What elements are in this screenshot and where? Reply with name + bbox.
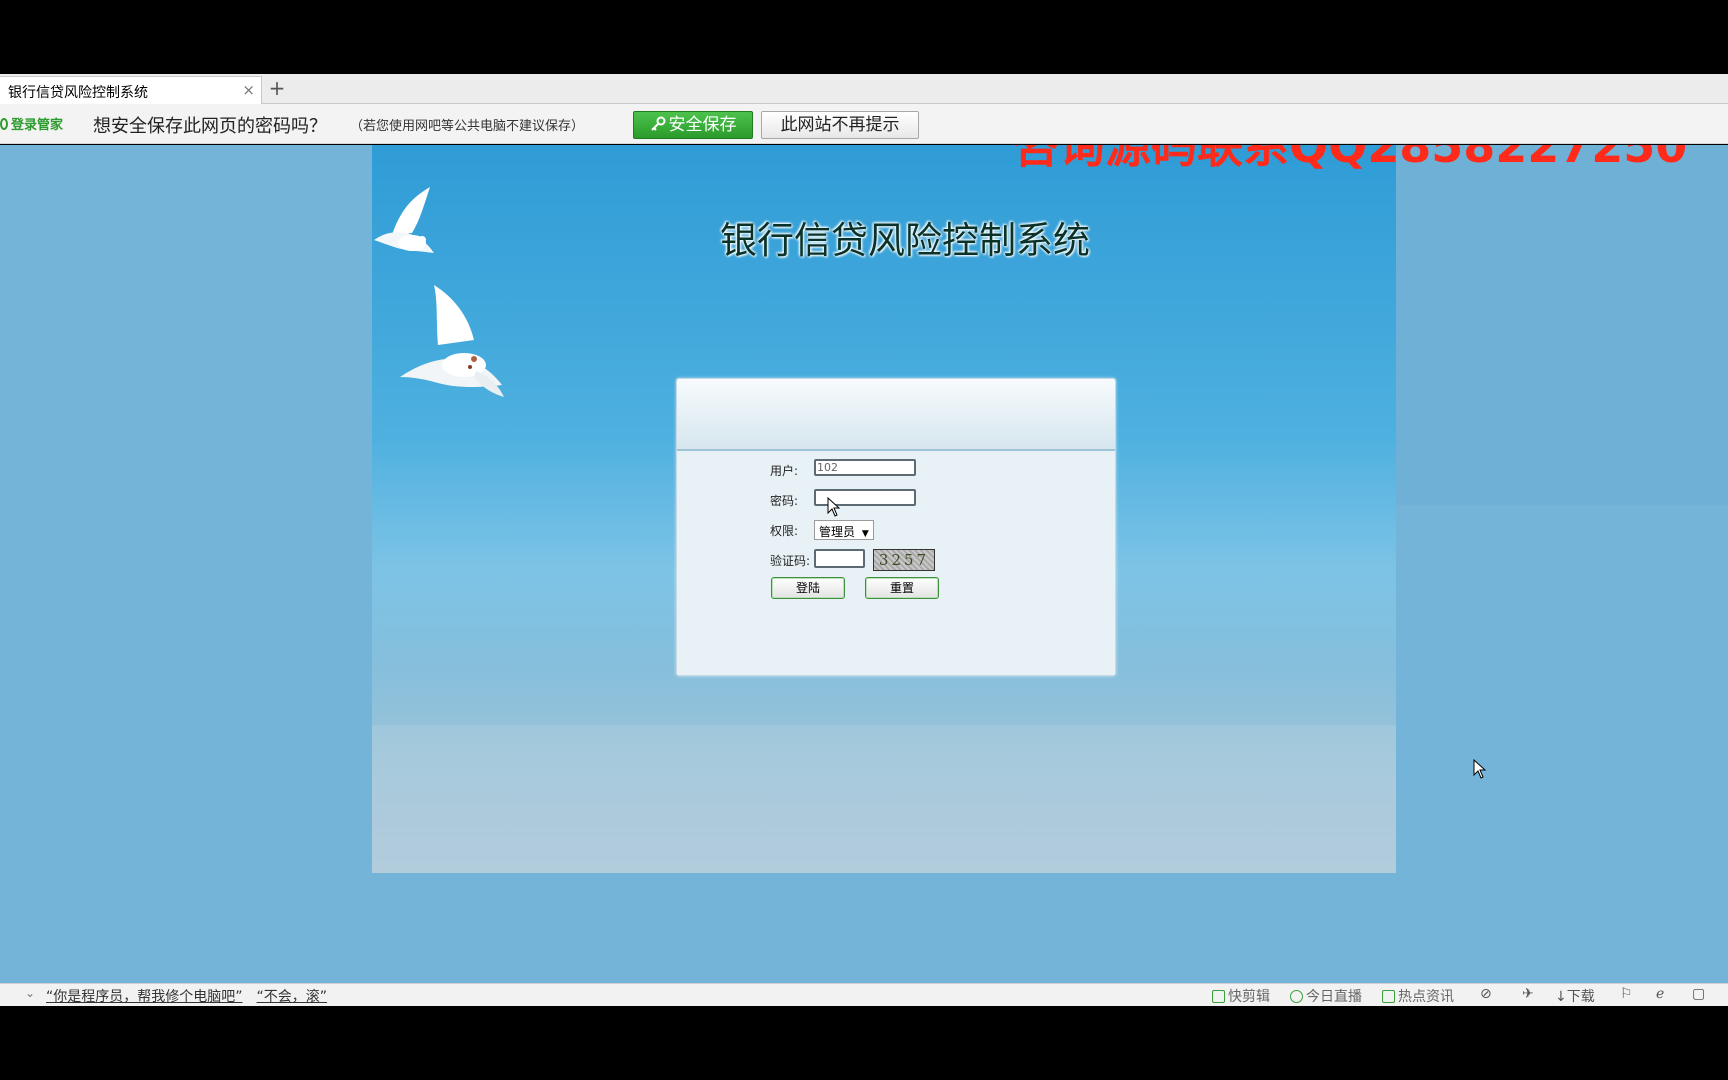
news-item-1[interactable]: “你是程序员，帮我修个电脑吧” <box>46 989 243 1005</box>
quick-edit-label: 快剪辑 <box>1228 989 1270 1005</box>
quick-edit-button[interactable]: 快剪辑 <box>1212 986 1270 1006</box>
background-fade <box>372 725 1396 873</box>
flag-icon[interactable]: ⚐ <box>1620 986 1633 1002</box>
download-button[interactable]: ↓下载 <box>1555 986 1595 1006</box>
login-panel: 用户: 102 密码: 权限: 管理员 ▼ 验证码: 3257 登陆 重置 <box>676 378 1116 676</box>
ie-compat-icon[interactable]: ⊘ <box>1480 986 1492 1002</box>
download-arrow-icon: ↓ <box>1555 989 1567 1005</box>
login-manager-label: 登录管家 <box>11 118 64 133</box>
reset-button[interactable]: 重置 <box>865 577 939 599</box>
collapse-chevron-icon[interactable]: ⌄ <box>25 986 35 1000</box>
captcha-label: 验证码: <box>770 554 811 568</box>
live-button[interactable]: 今日直播 <box>1290 986 1362 1006</box>
play-icon <box>1212 990 1225 1003</box>
login-page-background: 银行信贷风险控制系统 用户: 102 密码: 权限: 管理员 ▼ 验证码: 32… <box>372 145 1396 873</box>
dove-image-large <box>400 285 504 397</box>
captcha-input[interactable] <box>814 549 865 568</box>
password-save-bar: 登录管家 想安全保存此网页的密码吗？ （若您使用网吧等公共电脑不建议保存） 安全… <box>0 104 1728 144</box>
login-manager-icon <box>0 118 8 130</box>
browser-e-icon[interactable]: ℯ <box>1656 986 1664 1002</box>
hot-news-button[interactable]: 热点资讯 <box>1382 986 1454 1006</box>
watermark-text: 咨询源码联系QQ2858227250 <box>1013 145 1688 173</box>
dropdown-arrow-icon: ▼ <box>861 529 869 539</box>
download-label: 下载 <box>1566 989 1595 1005</box>
video-letterbox-top <box>0 0 1728 74</box>
never-prompt-button[interactable]: 此网站不再提示 <box>761 111 919 139</box>
mouse-cursor-icon-secondary <box>1473 759 1487 779</box>
save-password-question: 想安全保存此网页的密码吗？ <box>93 116 327 137</box>
user-label: 用户: <box>770 464 799 478</box>
system-title: 银行信贷风险控制系统 <box>720 219 1090 262</box>
role-select-value: 管理员 <box>819 525 856 539</box>
browser-status-bar: ⌄ “你是程序员，帮我修个电脑吧” “不会，滚” 快剪辑 今日直播 热点资讯 ⊘ … <box>0 983 1728 1006</box>
pin-icon[interactable]: ✈ <box>1522 986 1534 1002</box>
tab-close-icon[interactable]: × <box>242 81 255 99</box>
user-input[interactable]: 102 <box>814 459 916 476</box>
window-icon[interactable]: ▢ <box>1692 986 1705 1002</box>
role-select[interactable]: 管理员 ▼ <box>814 520 874 540</box>
mouse-cursor-icon <box>827 497 841 517</box>
role-label: 权限: <box>770 524 799 538</box>
login-manager-logo: 登录管家 <box>0 114 63 133</box>
captcha-image[interactable]: 3257 <box>873 549 935 571</box>
page-viewport: 银行信贷风险控制系统 用户: 102 密码: 权限: 管理员 ▼ 验证码: 32… <box>0 145 1728 983</box>
secure-save-label: 安全保存 <box>668 115 737 135</box>
new-tab-button[interactable]: + <box>266 76 288 100</box>
browser-tab-bar: 银行信贷风险控制系统 × + <box>0 74 1728 104</box>
user-input-value: 102 <box>817 461 838 474</box>
news-ticker[interactable]: “你是程序员，帮我修个电脑吧” “不会，滚” <box>46 986 341 1006</box>
password-label: 密码: <box>770 494 799 508</box>
news-item-2[interactable]: “不会，滚” <box>257 989 328 1005</box>
live-label: 今日直播 <box>1306 989 1362 1005</box>
secure-save-button[interactable]: 安全保存 <box>633 111 753 139</box>
dove-image-small <box>374 187 434 253</box>
news-icon <box>1382 990 1395 1003</box>
login-button[interactable]: 登陆 <box>771 577 845 599</box>
video-letterbox-bottom <box>0 1006 1728 1080</box>
save-password-hint: （若您使用网吧等公共电脑不建议保存） <box>350 119 585 134</box>
hot-news-label: 热点资讯 <box>1398 989 1454 1005</box>
tab-title: 银行信贷风险控制系统 <box>8 85 148 101</box>
key-icon <box>650 116 665 131</box>
browser-tab[interactable]: 银行信贷风险控制系统 × <box>0 76 262 104</box>
login-panel-header <box>677 379 1115 451</box>
background-panel <box>1396 145 1728 505</box>
live-play-icon <box>1290 990 1303 1003</box>
